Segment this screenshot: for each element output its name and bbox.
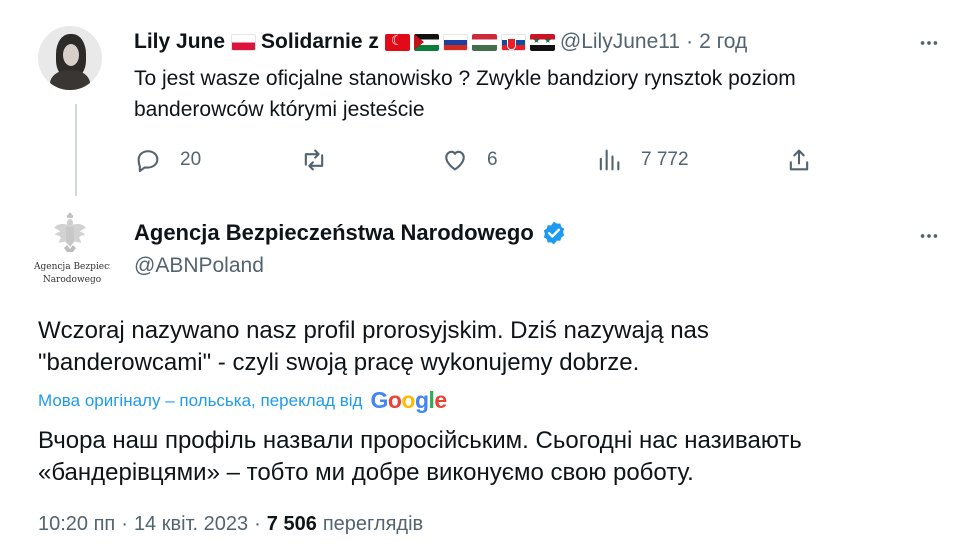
translation-attribution[interactable]: Мова оригіналу – польська, переклад від … xyxy=(38,387,447,414)
more-dots-icon xyxy=(920,41,938,45)
more-dots-icon xyxy=(920,234,938,238)
translation-label: Мова оригіналу – польська, переклад від xyxy=(38,390,363,410)
main-display-name[interactable]: Agencja Bezpieczeństwa Narodowego xyxy=(134,220,534,246)
reply-separator: · xyxy=(686,30,694,53)
like-count: 6 xyxy=(487,149,498,170)
main-author-name-row: Agencja Bezpieczeństwa Narodowego xyxy=(134,220,567,246)
main-views-count: 7 506 xyxy=(266,513,317,535)
flag-sy-icon xyxy=(529,33,555,51)
reply-display-name[interactable]: Lily June xyxy=(134,30,225,54)
avatar-logo-text-line2: Narodowego xyxy=(42,275,102,285)
meta-dot-1: · xyxy=(121,513,128,535)
main-date[interactable]: 14 квіт. 2023 xyxy=(134,513,248,536)
reply-action-bar: 20 6 7 772 xyxy=(134,143,824,177)
reply-header: Lily June Solidarnie z @LilyJune11 · 2 г… xyxy=(134,29,747,55)
main-more-button[interactable] xyxy=(914,221,944,251)
reply-button[interactable]: 20 xyxy=(134,143,201,177)
main-text-translated: Вчора наш профіль назвали проросійським.… xyxy=(38,425,938,489)
flag-tr-icon xyxy=(384,33,410,51)
retweet-button[interactable] xyxy=(300,143,346,177)
reply-name-suffix[interactable]: Solidarnie z xyxy=(261,30,379,54)
main-handle[interactable]: @ABNPoland xyxy=(134,254,264,278)
main-timestamp[interactable]: 10:20 пп xyxy=(38,513,115,536)
like-button[interactable]: 6 xyxy=(441,143,498,177)
google-logo: Google xyxy=(370,387,447,413)
share-upload-icon xyxy=(789,149,809,171)
reply-text-line1: To jest wasze oficjalne stanowisko ? Zwy… xyxy=(134,67,796,90)
meta-dot-2: · xyxy=(254,513,261,535)
reply-name-flags xyxy=(229,33,258,51)
views-count: 7 772 xyxy=(641,149,689,170)
reply-name-flags-2 xyxy=(383,33,557,51)
main-text-original-line2: "banderowcami" - czyli swoją pracę wykon… xyxy=(38,349,640,376)
reply-handle[interactable]: @LilyJune11 xyxy=(560,30,680,54)
flag-hu-icon xyxy=(471,33,497,51)
eagle-emblem-icon xyxy=(54,212,86,252)
verified-badge-icon[interactable] xyxy=(541,220,567,246)
views-button[interactable]: 7 772 xyxy=(595,143,689,177)
thread-connector-line xyxy=(75,104,77,196)
main-text-translated-line1: Вчора наш профіль назвали проросійським.… xyxy=(38,427,802,454)
share-button[interactable] xyxy=(785,143,813,177)
reply-count: 20 xyxy=(180,149,202,170)
main-text-translated-line2: «бандерівцями» – тобто ми добре виконуєм… xyxy=(38,459,694,486)
reply-bubble-icon xyxy=(137,150,159,173)
views-bar-chart-icon xyxy=(599,149,620,171)
flag-pl-icon xyxy=(231,33,257,51)
main-meta-row: 10:20 пп · 14 квіт. 2023 · 7 506 перегля… xyxy=(38,513,423,536)
reply-more-button[interactable] xyxy=(914,28,944,58)
main-views-label: переглядів xyxy=(322,513,424,535)
avatar-logo-text-line1: Agencja Bezpieczeństwa xyxy=(34,262,110,272)
main-text-original: Wczoraj nazywano nasz profil prorosyjski… xyxy=(38,315,938,379)
heart-icon xyxy=(445,150,465,171)
retweet-icon xyxy=(304,149,324,171)
reply-time[interactable]: 2 год xyxy=(699,30,747,54)
reply-text: To jest wasze oficjalne stanowisko ? Zwy… xyxy=(134,63,934,125)
avatar-lily-june[interactable] xyxy=(38,26,102,90)
reply-text-line2: banderowców którymi jesteście xyxy=(134,98,425,121)
flag-sk-icon xyxy=(500,33,526,51)
main-text-original-line1: Wczoraj nazywano nasz profil prorosyjski… xyxy=(38,317,709,344)
avatar-abn-logo[interactable]: Agencja Bezpieczeństwa Narodowego xyxy=(34,210,110,286)
flag-eh-icon xyxy=(413,33,439,51)
flag-ru-icon xyxy=(442,33,468,51)
